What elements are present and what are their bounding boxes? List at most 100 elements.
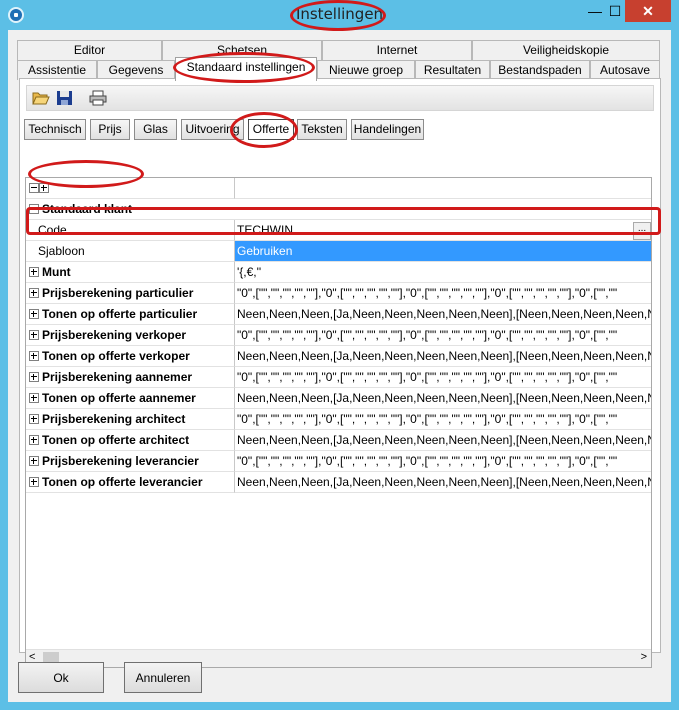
property-row[interactable]: Tonen op offerte aannemer Neen,Neen,Neen,…	[26, 388, 651, 409]
row-name: Prijsberekening verkoper	[26, 325, 235, 346]
row-value[interactable]: "0",["","","","",""],"0",["","","","",""…	[235, 325, 651, 346]
tab-autosave[interactable]: Autosave	[590, 60, 660, 80]
row-value[interactable]: "0",["","","","",""],"0",["","","","",""…	[235, 367, 651, 388]
cancel-button[interactable]: Annuleren	[124, 662, 202, 693]
row-name: Tonen op offerte verkoper	[26, 346, 235, 367]
grid-header-row	[26, 178, 651, 199]
subtab-teksten[interactable]: Teksten	[297, 119, 347, 140]
row-name-text: Prijsberekening architect	[42, 412, 186, 426]
row-value[interactable]: "0",["","","","",""],"0",["","","","",""…	[235, 409, 651, 430]
expand-icon[interactable]	[29, 288, 39, 298]
property-row[interactable]: Munt '{,€,''	[26, 262, 651, 283]
tab-page: Technisch Prijs Glas Uitvoering Offerte …	[19, 78, 661, 668]
property-row[interactable]: Prijsberekening verkoper "0",["","","",""…	[26, 325, 651, 346]
property-row[interactable]: Tonen op offerte particulier Neen,Neen,Ne…	[26, 304, 651, 325]
expand-all-icon[interactable]	[39, 183, 49, 193]
tab-resultaten[interactable]: Resultaten	[415, 60, 490, 80]
group-row-standaard-klant[interactable]: Standaard klant	[26, 199, 651, 220]
tab-gegevens[interactable]: Gegevens	[97, 60, 175, 80]
expand-icon[interactable]	[29, 267, 39, 277]
row-name-text: Tonen op offerte leverancier	[42, 475, 203, 489]
row-value[interactable]: Neen,Neen,Neen,[Ja,Neen,Neen,Neen,Neen,N…	[235, 346, 651, 367]
row-name: Tonen op offerte particulier	[26, 304, 235, 325]
tab-assistentie[interactable]: Assistentie	[17, 60, 97, 80]
title-bar[interactable]: Instellingen — ☐ ✕	[0, 0, 679, 30]
row-name-text: Prijsberekening verkoper	[42, 328, 187, 342]
property-grid: Standaard klant Code TECHWIN ... Sjabloo…	[25, 177, 652, 668]
open-folder-icon[interactable]	[32, 90, 50, 106]
row-value[interactable]: "0",["","","","",""],"0",["","","","",""…	[235, 283, 651, 304]
expand-icon[interactable]	[29, 477, 39, 487]
row-name: Munt	[26, 262, 235, 283]
toolbar	[26, 85, 654, 111]
row-name: Prijsberekening aannemer	[26, 367, 235, 388]
row-name-text: Tonen op offerte architect	[42, 433, 190, 447]
expand-collapse-icons[interactable]	[26, 178, 235, 199]
tab-nieuwe-groep[interactable]: Nieuwe groep	[317, 60, 415, 80]
expand-icon[interactable]	[29, 414, 39, 424]
property-row[interactable]: Prijsberekening aannemer "0",["","","",""…	[26, 367, 651, 388]
ok-button[interactable]: Ok	[18, 662, 104, 693]
tab-bestandspaden[interactable]: Bestandspaden	[490, 60, 590, 80]
property-row[interactable]: Prijsberekening architect "0",["","","","…	[26, 409, 651, 430]
subtab-handelingen[interactable]: Handelingen	[351, 119, 424, 140]
row-name-text: Prijsberekening particulier	[42, 286, 194, 300]
property-row[interactable]: Tonen op offerte verkoper Neen,Neen,Neen,…	[26, 346, 651, 367]
tab-standaard-instellingen[interactable]: Standaard instellingen	[175, 57, 317, 81]
collapse-all-icon[interactable]	[29, 183, 39, 193]
expand-icon[interactable]	[29, 330, 39, 340]
row-sjabloon[interactable]: Sjabloon Gebruiken	[26, 241, 651, 262]
row-value[interactable]: "0",["","","","",""],"0",["","","","",""…	[235, 451, 651, 472]
row-name: Prijsberekening architect	[26, 409, 235, 430]
tabs-row-bottom: Assistentie Gegevens Standaard instellin…	[17, 57, 660, 81]
row-value[interactable]: Neen,Neen,Neen,[Ja,Neen,Neen,Neen,Neen,N…	[235, 388, 651, 409]
row-name: Prijsberekening particulier	[26, 283, 235, 304]
horizontal-scrollbar[interactable]: < >	[26, 649, 651, 667]
property-row[interactable]: Tonen op offerte leverancier Neen,Neen,Ne…	[26, 472, 651, 493]
printer-icon[interactable]	[89, 90, 107, 106]
property-row[interactable]: Prijsberekening leverancier "0",["","",""…	[26, 451, 651, 472]
ellipsis-button[interactable]: ...	[633, 222, 651, 240]
row-name: Sjabloon	[26, 241, 235, 262]
window-title: Instellingen	[295, 5, 384, 23]
property-row[interactable]: Prijsberekening particulier "0",["","",""…	[26, 283, 651, 304]
property-row[interactable]: Tonen op offerte architect Neen,Neen,Neen…	[26, 430, 651, 451]
subtab-glas[interactable]: Glas	[134, 119, 177, 140]
subtab-prijs[interactable]: Prijs	[90, 119, 130, 140]
grid-header-value	[235, 178, 651, 199]
row-value[interactable]: Neen,Neen,Neen,[Ja,Neen,Neen,Neen,Neen,N…	[235, 430, 651, 451]
row-name: Tonen op offerte architect	[26, 430, 235, 451]
row-name-text: Prijsberekening aannemer	[42, 370, 193, 384]
save-icon[interactable]	[56, 90, 74, 106]
tab-editor[interactable]: Editor	[17, 40, 162, 60]
collapse-icon[interactable]	[29, 204, 39, 214]
row-value[interactable]: TECHWIN ...	[235, 220, 651, 241]
row-name-text: Tonen op offerte verkoper	[42, 349, 190, 363]
expand-icon[interactable]	[29, 309, 39, 319]
tab-veiligheidskopie[interactable]: Veiligheidskopie	[472, 40, 660, 60]
row-value[interactable]: Neen,Neen,Neen,[Ja,Neen,Neen,Neen,Neen,N…	[235, 304, 651, 325]
subtab-technisch[interactable]: Technisch	[24, 119, 86, 140]
dialog-client: Editor Schetsen Internet Veiligheidskopi…	[8, 30, 671, 702]
subtab-uitvoering[interactable]: Uitvoering	[181, 119, 244, 140]
row-name: Prijsberekening leverancier	[26, 451, 235, 472]
row-value[interactable]: '{,€,''	[235, 262, 651, 283]
close-button[interactable]: ✕	[625, 0, 671, 22]
row-value[interactable]: Gebruiken	[235, 241, 651, 262]
expand-icon[interactable]	[29, 456, 39, 466]
row-name: Code	[26, 220, 235, 241]
scroll-right-icon[interactable]: >	[641, 651, 647, 663]
tab-internet[interactable]: Internet	[322, 40, 472, 60]
row-name: Tonen op offerte leverancier	[26, 472, 235, 493]
tabs-row-top: Editor Schetsen Internet Veiligheidskopi…	[17, 40, 660, 60]
expand-icon[interactable]	[29, 393, 39, 403]
code-value: TECHWIN	[237, 223, 293, 237]
expand-icon[interactable]	[29, 435, 39, 445]
expand-icon[interactable]	[29, 351, 39, 361]
subtab-offerte[interactable]: Offerte	[248, 119, 294, 140]
row-value[interactable]: Neen,Neen,Neen,[Ja,Neen,Neen,Neen,Neen,N…	[235, 472, 651, 493]
expand-icon[interactable]	[29, 372, 39, 382]
row-name-text: Tonen op offerte particulier	[42, 307, 198, 321]
row-code[interactable]: Code TECHWIN ...	[26, 220, 651, 241]
group-header-text: Standaard klant	[42, 202, 133, 216]
